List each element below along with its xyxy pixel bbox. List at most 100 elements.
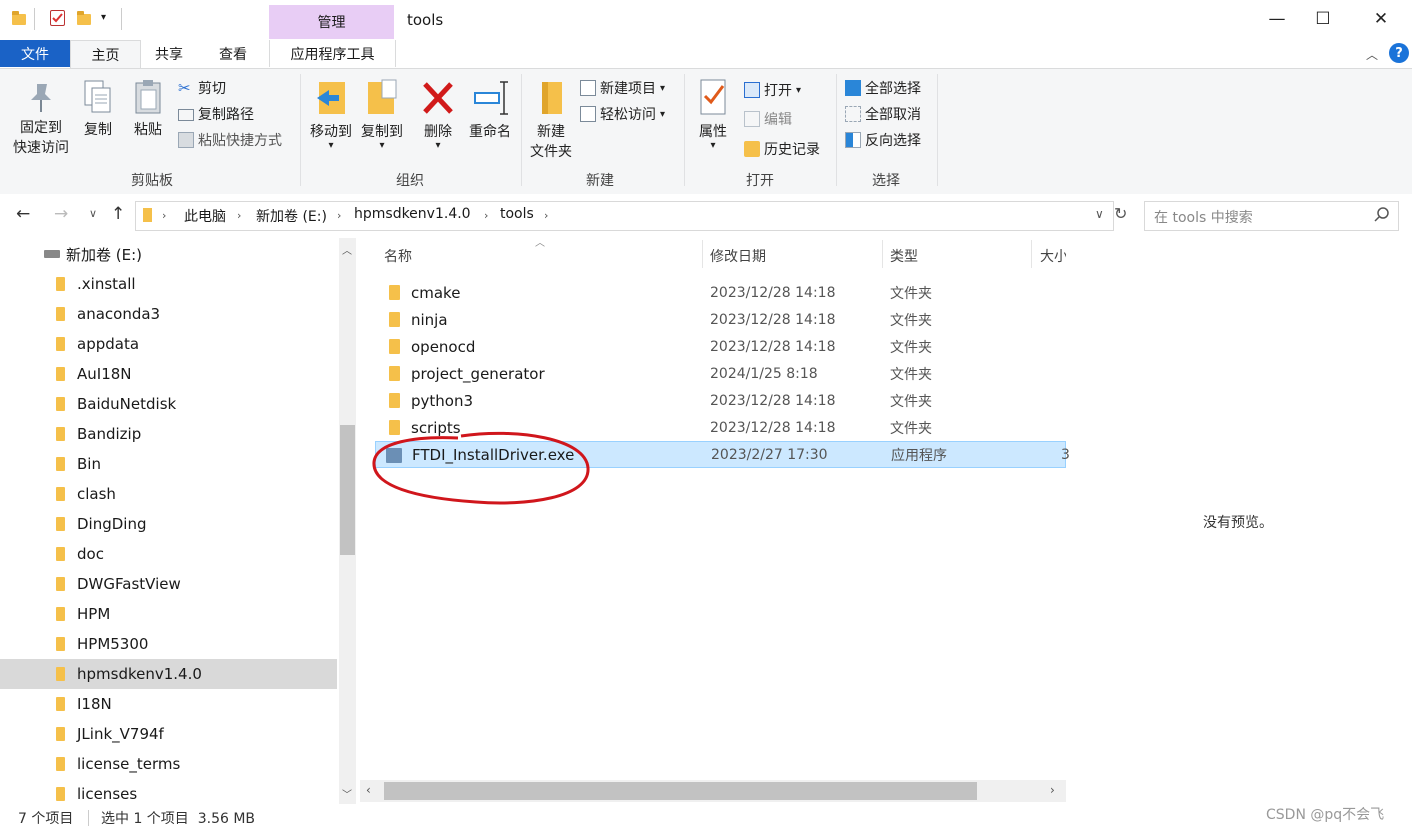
- open-button[interactable]: 打开 ▾: [744, 80, 801, 100]
- nav-folder-label: AuI18N: [77, 365, 132, 383]
- tab-file[interactable]: 文件: [0, 40, 70, 67]
- column-separator[interactable]: [702, 240, 703, 268]
- folder-icon: [56, 457, 65, 471]
- column-separator[interactable]: [882, 240, 883, 268]
- scroll-right-icon[interactable]: ›: [1050, 783, 1055, 797]
- select-all-button[interactable]: 全部选择: [845, 78, 921, 98]
- scroll-up-icon[interactable]: ︿: [342, 242, 352, 257]
- nav-folder-item[interactable]: DingDing: [0, 509, 337, 539]
- move-to-button[interactable]: 移动到 ▾: [306, 78, 356, 151]
- crumb-hpmsdkenv[interactable]: hpmsdkenv1.4.0: [354, 206, 471, 222]
- search-icon[interactable]: [1374, 206, 1390, 226]
- close-button[interactable]: ✕: [1358, 0, 1404, 38]
- file-row[interactable]: openocd 2023/12/28 14:18 文件夹: [375, 333, 1066, 360]
- nav-folder-label: HPM5300: [77, 635, 149, 653]
- file-row[interactable]: project_generator 2024/1/25 8:18 文件夹: [375, 360, 1066, 387]
- tab-view[interactable]: 查看: [206, 40, 260, 67]
- crumb-this-pc[interactable]: 此电脑: [184, 206, 226, 226]
- new-folder-quick-icon[interactable]: [77, 11, 91, 25]
- pin-quick-access-button[interactable]: 固定到 快速访问: [12, 80, 70, 158]
- nav-folder-item[interactable]: Bin: [0, 449, 337, 479]
- back-arrow-icon[interactable]: ←: [16, 204, 30, 224]
- recent-locations-icon[interactable]: ∨: [89, 207, 97, 220]
- nav-scroll-thumb[interactable]: [340, 425, 355, 555]
- nav-folder-item[interactable]: licenses: [0, 779, 337, 804]
- easy-access-button[interactable]: 轻松访问 ▾: [580, 104, 665, 124]
- nav-folder-item[interactable]: .xinstall: [0, 269, 337, 299]
- collapse-ribbon-icon[interactable]: ︿: [1366, 46, 1378, 63]
- nav-folder-item[interactable]: HPM: [0, 599, 337, 629]
- nav-folder-item[interactable]: DWGFastView: [0, 569, 337, 599]
- refresh-icon[interactable]: ↻: [1114, 204, 1127, 223]
- delete-button[interactable]: 删除 ▾: [418, 78, 458, 151]
- forward-arrow-icon[interactable]: →: [54, 204, 68, 224]
- nav-folder-item[interactable]: hpmsdkenv1.4.0: [0, 659, 337, 689]
- edit-button[interactable]: 编辑: [744, 109, 792, 129]
- organize-group-label: 组织: [396, 173, 424, 189]
- sort-ascending-icon: ︿: [535, 238, 545, 249]
- address-dropdown-icon[interactable]: ∨: [1095, 207, 1104, 221]
- minimize-button[interactable]: —: [1254, 0, 1300, 38]
- nav-folder-item[interactable]: AuI18N: [0, 359, 337, 389]
- nav-folder-item[interactable]: Bandizip: [0, 419, 337, 449]
- file-type: 文件夹: [890, 366, 932, 383]
- scroll-down-icon[interactable]: ﹀: [342, 786, 352, 801]
- crumb-drive[interactable]: 新加卷 (E:): [256, 206, 327, 226]
- properties-button[interactable]: 属性 ▾: [692, 78, 734, 151]
- crumb-separator-icon: ›: [544, 209, 549, 222]
- paste-button[interactable]: 粘贴: [128, 78, 168, 140]
- copy-to-button[interactable]: 复制到 ▾: [357, 78, 407, 151]
- crumb-tools[interactable]: tools: [500, 206, 534, 222]
- file-type: 文件夹: [890, 285, 932, 302]
- file-row[interactable]: python3 2023/12/28 14:18 文件夹: [375, 387, 1066, 414]
- nav-folder-item[interactable]: HPM5300: [0, 629, 337, 659]
- tab-application-tools[interactable]: 应用程序工具: [269, 40, 396, 67]
- column-header-type[interactable]: 类型: [890, 246, 918, 266]
- scroll-left-icon[interactable]: ‹: [366, 783, 371, 797]
- folder-icon: [56, 427, 65, 441]
- file-type: 文件夹: [890, 312, 932, 329]
- nav-folder-label: BaiduNetdisk: [77, 395, 177, 413]
- customize-toolbar-icon[interactable]: ▾: [101, 12, 106, 23]
- column-header-date[interactable]: 修改日期: [710, 246, 766, 266]
- nav-folder-item[interactable]: clash: [0, 479, 337, 509]
- title-bar: [0, 0, 1412, 40]
- rename-button[interactable]: 重命名: [464, 78, 516, 142]
- nav-folder-item[interactable]: I18N: [0, 689, 337, 719]
- invert-selection-button[interactable]: 反向选择: [845, 130, 921, 150]
- nav-folder-item[interactable]: doc: [0, 539, 337, 569]
- nav-drive-e[interactable]: 新加卷 (E:): [0, 239, 337, 269]
- file-type: 应用程序: [891, 447, 947, 464]
- copy-button[interactable]: 复制: [78, 78, 118, 140]
- nav-folder-item[interactable]: BaiduNetdisk: [0, 389, 337, 419]
- nav-folder-item[interactable]: appdata: [0, 329, 337, 359]
- column-header-name[interactable]: 名称: [384, 246, 412, 266]
- nav-folder-label: Bandizip: [77, 425, 142, 443]
- new-item-button[interactable]: 新建项目 ▾: [580, 78, 665, 98]
- nav-folder-item[interactable]: JLink_V794f: [0, 719, 337, 749]
- up-arrow-icon[interactable]: ↑: [111, 204, 125, 224]
- copy-path-button[interactable]: 复制路径: [178, 104, 254, 124]
- horizontal-scroll-thumb[interactable]: [384, 782, 977, 800]
- history-button[interactable]: 历史记录: [744, 139, 820, 159]
- file-row[interactable]: ninja 2023/12/28 14:18 文件夹: [375, 306, 1066, 333]
- nav-folder-item[interactable]: anaconda3: [0, 299, 337, 329]
- column-separator[interactable]: [1031, 240, 1032, 268]
- folder-icon: [389, 285, 400, 300]
- new-folder-button[interactable]: 新建 文件夹: [526, 78, 576, 162]
- maximize-button[interactable]: ☐: [1300, 0, 1346, 38]
- cut-button[interactable]: ✂ 剪切: [178, 78, 226, 98]
- properties-quick-icon[interactable]: [50, 10, 65, 26]
- folder-icon: [56, 547, 65, 561]
- help-icon[interactable]: ?: [1389, 43, 1409, 63]
- file-row[interactable]: cmake 2023/12/28 14:18 文件夹: [375, 279, 1066, 306]
- drive-icon: [44, 250, 60, 258]
- crumb-separator-icon: ›: [337, 209, 342, 222]
- tab-share[interactable]: 共享: [142, 40, 196, 67]
- column-header-size[interactable]: 大小: [1040, 246, 1066, 266]
- paste-shortcut-button[interactable]: 粘贴快捷方式: [178, 130, 282, 150]
- nav-folder-item[interactable]: license_terms: [0, 749, 337, 779]
- select-none-button[interactable]: 全部取消: [845, 104, 921, 124]
- tab-home[interactable]: 主页: [70, 40, 141, 68]
- cut-label: 剪切: [198, 81, 226, 97]
